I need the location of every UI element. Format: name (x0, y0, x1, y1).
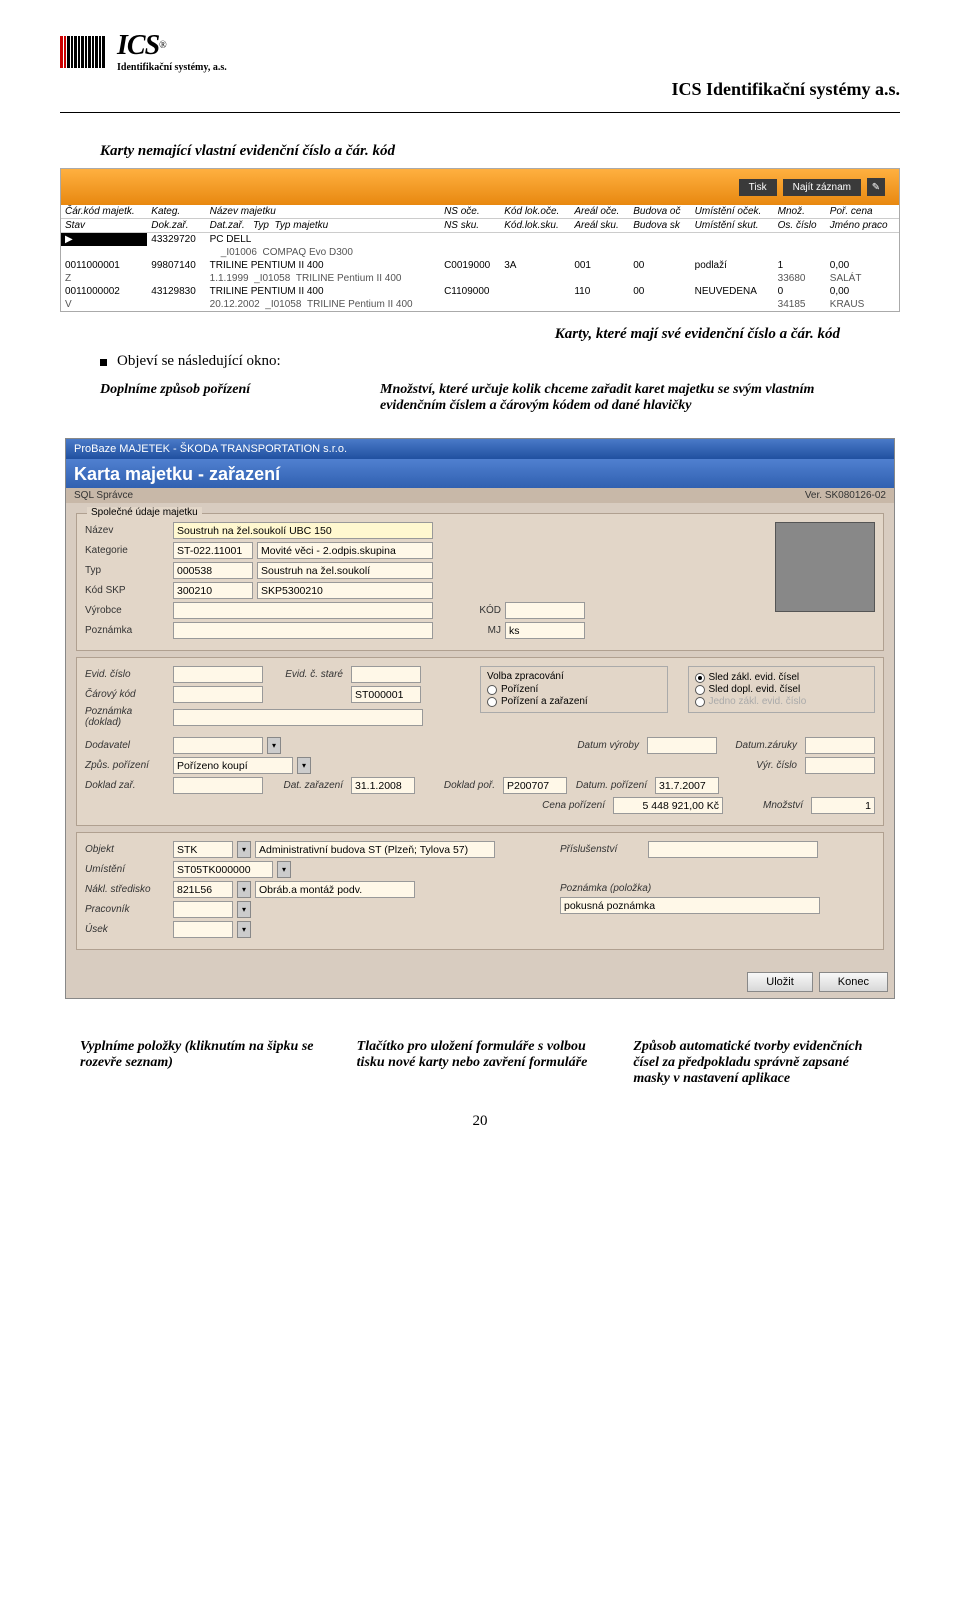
chevron-down-icon[interactable]: ▾ (237, 881, 251, 898)
processing-choice-group: Volba zpracování Pořízení Pořízení a zař… (480, 666, 668, 713)
group-common: Společné údaje majetku Název Kategorie T… (76, 513, 884, 651)
annotation-bottom-2: Tlačítko pro uložení formuláře s volbou … (357, 1039, 604, 1087)
table-subrow: _I01006 COMPAQ Evo D300 (61, 246, 899, 259)
supplier-field[interactable] (173, 737, 263, 754)
radio-group-title: Volba zpracování (487, 671, 661, 682)
barcode-field[interactable] (173, 686, 263, 703)
note-field[interactable] (173, 622, 433, 639)
cost-center-field[interactable] (173, 881, 233, 898)
quantity-field[interactable] (811, 797, 875, 814)
accessories-field[interactable] (648, 841, 818, 858)
catalog-table: Čár.kód majetk.Kateg.Název majetkuNS oče… (61, 205, 899, 311)
logo-area: ICS® Identifikační systémy, a.s. (60, 30, 900, 73)
radio-porizeni-zarazeni[interactable]: Pořízení a zařazení (487, 696, 661, 707)
object-code-field[interactable] (173, 841, 233, 858)
table-subrow: V20.12.2002 _I01058 TRILINE Pentium II 4… (61, 298, 899, 311)
find-record-button[interactable]: Najít záznam (783, 179, 861, 196)
type-desc-field (257, 562, 433, 579)
mj-field (505, 622, 585, 639)
bullet-3: Objeví se následující okno: (100, 353, 860, 370)
chevron-down-icon[interactable]: ▾ (237, 921, 251, 938)
table-header-row-1: Čár.kód majetk.Kateg.Název majetkuNS oče… (61, 205, 899, 219)
save-button[interactable]: Uložit (747, 972, 813, 992)
doc-acq-field[interactable] (503, 777, 567, 794)
chevron-down-icon[interactable]: ▾ (297, 757, 311, 774)
chevron-down-icon[interactable]: ▾ (267, 737, 281, 754)
screenshot-catalog-table: Tisk Najít záznam ✎ Čár.kód majetk.Kateg… (60, 168, 900, 312)
bullet-3-text: Objeví se následující okno: (117, 353, 860, 370)
section-field[interactable] (173, 921, 233, 938)
cost-center-desc-field (255, 881, 415, 898)
serial-field[interactable] (805, 757, 875, 774)
group-location: Objekt▾ Umístění▾ Nákl. středisko▾ Praco… (76, 832, 884, 950)
evid-old-field[interactable] (351, 666, 421, 683)
bullet-icon (100, 359, 107, 366)
radio-sled-zakl[interactable]: Sled zákl. evid. čísel (695, 672, 869, 683)
doc-assign-field[interactable] (173, 777, 263, 794)
edit-icon[interactable]: ✎ (867, 178, 885, 196)
chevron-down-icon[interactable]: ▾ (237, 901, 251, 918)
chevron-down-icon[interactable]: ▾ (237, 841, 251, 858)
date-acq-field[interactable] (655, 777, 719, 794)
numbering-choice-group: Sled zákl. evid. čísel Sled dopl. evid. … (688, 666, 876, 713)
radio-porizeni[interactable]: Pořízení (487, 684, 661, 695)
group-evidence: Evid. čísloEvid. č. staré Čárový kód Poz… (76, 657, 884, 826)
group-title: Společné údaje majetku (87, 507, 202, 518)
worker-field[interactable] (173, 901, 233, 918)
table-row[interactable]: 001100000199807140TRILINE PENTIUM II 400… (61, 259, 899, 272)
status-left: SQL Správce (74, 490, 133, 501)
form-title: Karta majetku - zařazení (66, 459, 894, 488)
logo-subtitle: Identifikační systémy, a.s. (117, 62, 227, 73)
catalog-toolbar: Tisk Najít záznam ✎ (61, 169, 899, 205)
skp-code-field[interactable] (173, 582, 253, 599)
annotation-right: Množství, které určuje kolik chceme zařa… (380, 382, 860, 414)
image-placeholder (775, 522, 875, 612)
logo-text: ICS (117, 30, 159, 61)
note-no-evid: Karty nemající vlastní evidenční číslo a… (100, 143, 900, 160)
name-field[interactable] (173, 522, 433, 539)
table-subrow: Z1.1.1999 _I01058 TRILINE Pentium II 400… (61, 272, 899, 285)
item-note-field[interactable] (560, 897, 820, 914)
manufacturer-field[interactable] (173, 602, 433, 619)
category-desc-field (257, 542, 433, 559)
table-row[interactable]: 001100000243129830TRILINE PENTIUM II 400… (61, 285, 899, 298)
annotation-bottom-1: Vyplníme položky (kliknutím na šipku se … (80, 1039, 327, 1087)
window-title: ProBaze MAJETEK - ŠKODA TRANSPORTATION s… (66, 439, 894, 459)
note-doc-field[interactable] (173, 709, 423, 726)
status-right: Ver. SK080126-02 (805, 490, 886, 501)
radio-sled-dopl[interactable]: Sled dopl. evid. čísel (695, 684, 869, 695)
chevron-down-icon[interactable]: ▾ (277, 861, 291, 878)
type-code-field[interactable] (173, 562, 253, 579)
print-button[interactable]: Tisk (739, 179, 777, 196)
barcode-icon (60, 36, 105, 68)
annotation-bottom-3: Způsob automatické tvorby evidenčních čí… (633, 1039, 880, 1087)
kod-field[interactable] (505, 602, 585, 619)
acquisition-method-field[interactable] (173, 757, 293, 774)
evid-number-field[interactable] (173, 666, 263, 683)
category-code-field[interactable] (173, 542, 253, 559)
divider (60, 112, 900, 113)
screenshot-asset-form: ProBaze MAJETEK - ŠKODA TRANSPORTATION s… (65, 438, 895, 999)
warranty-date-field[interactable] (805, 737, 875, 754)
note-has-evid: Karty, které mají své evidenční číslo a … (60, 326, 900, 343)
manuf-date-field[interactable] (647, 737, 717, 754)
location-field[interactable] (173, 861, 273, 878)
price-field[interactable] (613, 797, 723, 814)
st-field (351, 686, 421, 703)
page-number: 20 (60, 1113, 900, 1130)
table-row[interactable]: ▶43329720PC DELL (61, 233, 899, 247)
date-assign-field[interactable] (351, 777, 415, 794)
table-header-row-2: StavDok.zař.Dat.zař. Typ Typ majetkuNS s… (61, 219, 899, 233)
annotation-left: Doplníme způsob pořízení (100, 382, 340, 414)
trademark-icon: ® (159, 40, 167, 51)
radio-jedno-zakl[interactable]: Jedno zákl. evid. číslo (695, 696, 869, 707)
skp-desc-field (257, 582, 433, 599)
close-button[interactable]: Konec (819, 972, 888, 992)
object-desc-field (255, 841, 495, 858)
page-header-right: ICS Identifikační systémy a.s. (60, 79, 900, 100)
